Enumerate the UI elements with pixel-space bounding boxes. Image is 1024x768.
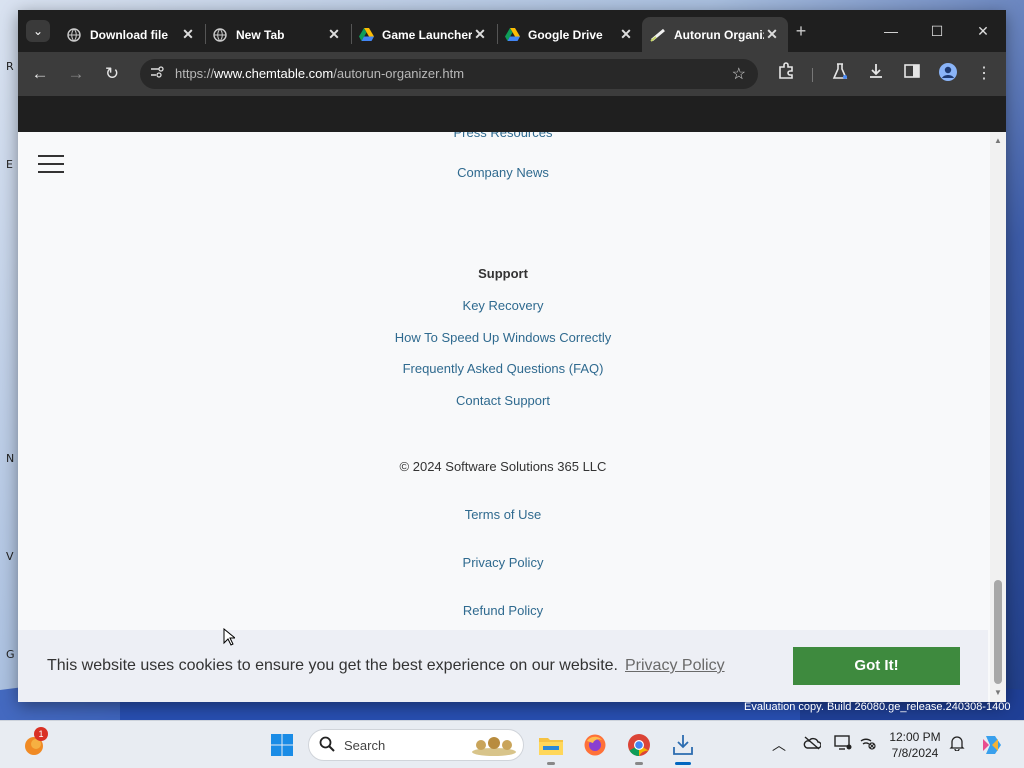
copyright-text: © 2024 Software Solutions 365 LLC <box>399 459 607 474</box>
running-indicator <box>547 762 555 765</box>
close-icon[interactable]: ✕ <box>180 26 196 43</box>
tab-game-launcher[interactable]: Game Launcher ✕ <box>350 17 496 52</box>
desktop-icon-fragment[interactable]: V <box>6 550 18 563</box>
url-path: /autorun-organizer.htm <box>333 66 465 81</box>
forward-arrow-icon[interactable]: → <box>64 62 88 86</box>
tab-search-menu-icon[interactable]: ⌄ <box>26 20 50 42</box>
search-highlight-illustration-icon <box>472 737 516 756</box>
new-tab-plus-icon[interactable]: + <box>790 20 812 42</box>
scroll-up-arrow-icon[interactable]: ▲ <box>990 134 1006 148</box>
cookie-accept-button[interactable]: Got It! <box>793 647 960 685</box>
tab-label: New Tab <box>236 27 285 42</box>
scroll-thumb[interactable] <box>994 580 1002 684</box>
desktop-icon-fragment[interactable]: R <box>6 60 18 73</box>
back-arrow-icon[interactable]: ← <box>28 62 52 86</box>
copilot-icon[interactable] <box>978 731 1006 759</box>
footer-link-faq[interactable]: Frequently Asked Questions (FAQ) <box>18 361 988 376</box>
cookie-message: This website uses cookies to ensure you … <box>47 657 618 674</box>
tab-label: Autorun Organizer <box>674 27 764 42</box>
evaluation-watermark: Evaluation copy. Build 26080.ge_release.… <box>744 701 1011 713</box>
taskbar: 1 Search ︿ 12:00 PM 7/8/2024 <box>0 720 1024 768</box>
network-volume-icon[interactable] <box>858 735 878 755</box>
mouse-cursor-icon <box>223 628 235 646</box>
firefox-icon[interactable] <box>581 731 609 759</box>
google-drive-icon <box>358 27 374 43</box>
url-text[interactable]: https://www.chemtable.com/autorun-organi… <box>175 66 464 81</box>
close-icon[interactable]: ✕ <box>472 26 488 43</box>
notification-bell-icon[interactable] <box>947 735 967 755</box>
footer-link-speed-up-windows[interactable]: How To Speed Up Windows Correctly <box>18 330 988 345</box>
tab-google-drive[interactable]: Google Drive ✕ <box>496 17 642 52</box>
tab-download-file[interactable]: Download file ✕ <box>58 17 204 52</box>
search-icon <box>319 736 335 757</box>
support-heading: Support <box>478 266 528 281</box>
desktop-icon-fragment[interactable]: E <box>6 158 18 171</box>
cookie-banner: This website uses cookies to ensure you … <box>18 630 988 702</box>
show-hidden-icons-chevron-icon[interactable]: ︿ <box>769 735 789 755</box>
page-header-dark <box>18 96 1006 132</box>
start-windows-icon[interactable] <box>268 731 296 759</box>
address-bar[interactable]: https://www.chemtable.com/autorun-organi… <box>140 59 758 89</box>
desktop-icon-fragment[interactable]: N <box>6 452 18 465</box>
more-options-icon[interactable]: ⋮ <box>972 62 996 86</box>
downloads-icon[interactable] <box>864 62 888 86</box>
labs-flask-icon[interactable] <box>828 62 852 86</box>
side-panel-icon[interactable] <box>900 62 924 86</box>
url-host: www.chemtable.com <box>214 66 334 81</box>
file-explorer-icon[interactable] <box>537 731 565 759</box>
google-drive-icon <box>504 27 520 43</box>
reload-icon[interactable]: ↻ <box>100 62 124 86</box>
extensions-puzzle-icon[interactable] <box>774 62 798 86</box>
close-icon[interactable]: ✕ <box>764 26 780 43</box>
scroll-down-arrow-icon[interactable]: ▼ <box>990 686 1006 700</box>
tab-label: Google Drive <box>528 27 603 42</box>
footer-link-company-news[interactable]: Company News <box>18 165 988 180</box>
running-indicator-active <box>675 762 691 765</box>
notification-badge: 1 <box>34 727 48 741</box>
running-indicator <box>635 762 643 765</box>
maximize-icon[interactable]: ☐ <box>914 18 960 44</box>
tab-new-tab[interactable]: New Tab ✕ <box>204 17 350 52</box>
tab-strip: ⌄ Download file ✕ New Tab ✕ Game Launche… <box>18 10 1006 52</box>
cookie-privacy-policy-link[interactable]: Privacy Policy <box>625 657 725 675</box>
toolbar-divider <box>812 68 813 82</box>
globe-icon <box>212 27 228 43</box>
footer-link-key-recovery[interactable]: Key Recovery <box>18 298 988 313</box>
chrome-icon[interactable] <box>625 731 653 759</box>
page-scrollbar[interactable]: ▲ ▼ <box>990 132 1006 702</box>
footer-link-contact-support[interactable]: Contact Support <box>18 393 988 408</box>
desktop-icon-fragment[interactable]: G <box>6 648 18 661</box>
tab-label: Game Launcher <box>382 27 472 42</box>
display-icon[interactable] <box>833 735 853 755</box>
onedrive-cloud-icon[interactable] <box>802 735 822 755</box>
footer-link-refund-policy[interactable]: Refund Policy <box>18 603 988 618</box>
browser-window: ⌄ Download file ✕ New Tab ✕ Game Launche… <box>18 10 1006 702</box>
tab-autorun-organizer[interactable]: Autorun Organizer ✕ <box>642 17 788 52</box>
footer-link-terms-of-use[interactable]: Terms of Use <box>18 507 988 522</box>
taskbar-search-box[interactable]: Search <box>308 729 524 761</box>
page-viewport: Press Resources Company News Support Key… <box>18 132 1006 702</box>
url-prefix: https:// <box>175 66 215 81</box>
installer-download-icon[interactable] <box>669 731 697 759</box>
globe-icon <box>66 27 82 43</box>
close-icon[interactable]: ✕ <box>326 26 342 43</box>
window-close-icon[interactable]: ✕ <box>960 18 1006 44</box>
browser-toolbar: ← → ↻ https://www.chemtable.com/autorun-… <box>18 52 1006 96</box>
bookmark-star-icon[interactable]: ☆ <box>732 64 746 84</box>
footer-link-privacy-policy[interactable]: Privacy Policy <box>18 555 988 570</box>
clock-time: 12:00 PM <box>889 730 941 744</box>
search-placeholder: Search <box>344 738 386 753</box>
footer-link-press-resources[interactable]: Press Resources <box>18 132 988 140</box>
chemtable-icon <box>650 27 666 43</box>
tab-label: Download file <box>90 27 168 42</box>
system-clock[interactable]: 12:00 PM 7/8/2024 <box>880 729 950 761</box>
site-settings-icon[interactable] <box>148 65 166 83</box>
minimize-icon[interactable]: — <box>868 18 914 44</box>
profile-avatar-icon[interactable] <box>936 62 960 86</box>
close-icon[interactable]: ✕ <box>618 26 634 43</box>
clock-date: 7/8/2024 <box>891 746 939 760</box>
